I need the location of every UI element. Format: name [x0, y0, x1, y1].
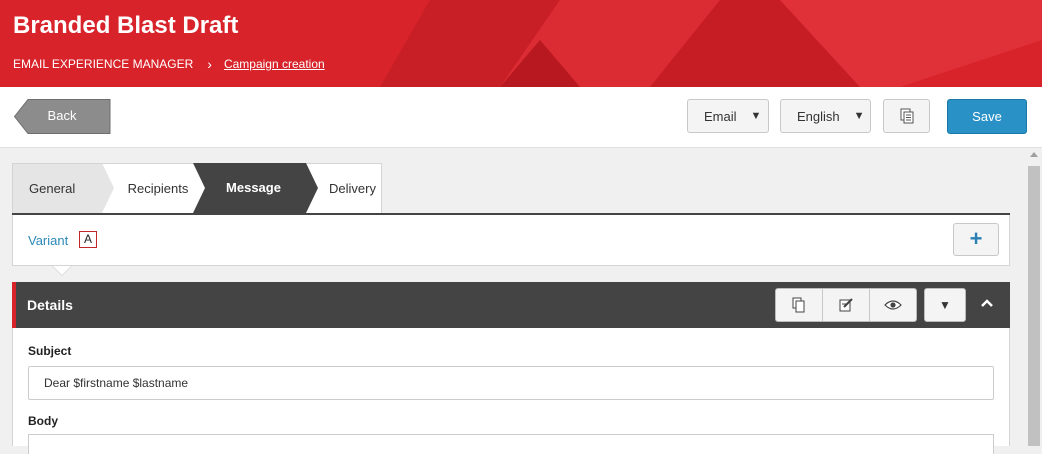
tab-separator [306, 163, 318, 213]
details-preview-button[interactable] [870, 289, 916, 321]
language-select-value: English [797, 108, 840, 124]
copy-button[interactable] [883, 99, 930, 133]
eye-icon [884, 300, 902, 310]
tab-message[interactable]: Message [193, 163, 306, 213]
details-body: Subject Dear $firstname $lastname Body [12, 328, 1010, 454]
subject-input[interactable]: Dear $firstname $lastname [28, 366, 994, 400]
save-button[interactable]: Save [947, 99, 1027, 134]
tab-general[interactable]: General [12, 163, 102, 213]
edit-icon [839, 298, 853, 312]
language-select[interactable]: English ▼ [780, 99, 871, 133]
variant-label[interactable]: Variant [28, 233, 68, 248]
scrollbar[interactable] [1026, 148, 1042, 446]
back-button[interactable]: Back [14, 99, 111, 134]
tab-recipients[interactable]: Recipients [102, 163, 206, 213]
back-button-label: Back [47, 108, 77, 123]
channel-select-value: Email [704, 108, 737, 124]
subject-label: Subject [28, 344, 72, 358]
details-action-group [775, 288, 917, 322]
details-edit-button[interactable] [823, 289, 870, 321]
channel-select[interactable]: Email ▼ [687, 99, 769, 133]
variant-pointer [53, 266, 71, 275]
breadcrumb-root[interactable]: EMAIL EXPERIENCE MANAGER [13, 57, 193, 71]
breadcrumb-separator-icon: › [207, 56, 212, 72]
breadcrumb: EMAIL EXPERIENCE MANAGER › Campaign crea… [13, 56, 325, 72]
add-variant-button[interactable]: + [953, 223, 999, 256]
breadcrumb-current[interactable]: Campaign creation [224, 57, 325, 71]
page-header: Branded Blast Draft EMAIL EXPERIENCE MAN… [0, 0, 1042, 87]
copy-icon [792, 297, 805, 313]
details-dropdown-button[interactable]: ▼ [924, 288, 966, 322]
copy-icon [900, 108, 913, 124]
details-copy-button[interactable] [776, 289, 823, 321]
tab-bar: General Recipients Message Delivery [12, 163, 382, 213]
details-section-header: Details ▼ [12, 282, 1010, 328]
variant-a-tab[interactable]: A [79, 231, 97, 248]
chevron-up-icon[interactable] [980, 296, 994, 310]
chevron-down-icon: ▼ [750, 110, 762, 122]
body-editor[interactable] [28, 434, 994, 454]
details-title: Details [27, 297, 73, 313]
scrollbar-thumb[interactable] [1028, 166, 1040, 446]
page-title: Branded Blast Draft [13, 12, 239, 39]
body-label: Body [28, 414, 58, 428]
tab-separator [193, 163, 205, 213]
toolbar: Back Email ▼ English ▼ Save [0, 87, 1042, 148]
chevron-down-icon: ▼ [853, 110, 865, 122]
scroll-up-icon[interactable] [1030, 152, 1038, 157]
variant-row: Variant A + [12, 215, 1010, 266]
tab-separator [102, 163, 114, 213]
